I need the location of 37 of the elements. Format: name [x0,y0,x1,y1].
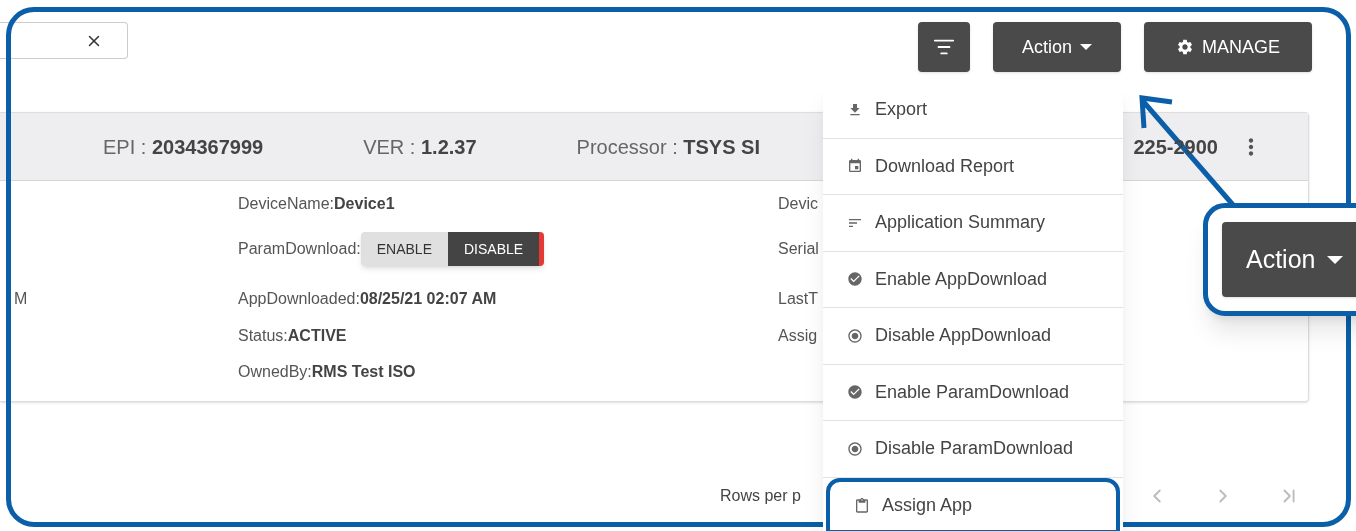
menu-item[interactable]: Enable ParamDownload [823,364,1123,421]
clipboard-icon [854,497,870,514]
detail-field: OwnedBy:RMS Test ISO [238,360,416,384]
calendar-icon [847,158,863,175]
radio-icon [847,440,863,457]
download-icon [847,101,863,118]
radio-icon [847,327,863,344]
detail-field: DeviceName:Device1 [238,192,395,216]
detail-field: Serial [778,240,819,257]
detail-field: Status:ACTIVE [238,324,347,348]
search-field[interactable] [0,22,128,59]
caret-icon [1327,255,1344,264]
menu-item[interactable]: Enable AppDownload [823,251,1123,308]
toggle-option[interactable]: ENABLE [360,232,448,266]
filter-button[interactable] [918,22,970,72]
toggle-option[interactable]: DISABLE [448,232,540,266]
menu-item[interactable]: Application Summary [823,195,1123,252]
detail-field: M [14,290,28,307]
detail-label: ParamDownload: [238,239,361,259]
caret-icon [1080,44,1092,50]
settings-icon [1176,38,1194,56]
menu-item[interactable]: Download Report [823,138,1123,195]
manage-button[interactable]: MANAGE [1144,22,1312,72]
detail-field: AppDownloaded:08/25/21 02:07 AM [238,287,497,311]
detail-field: Devic [778,195,818,212]
menu-item[interactable]: Assign App [826,477,1120,531]
menu-item[interactable]: Export [823,82,1123,139]
menu-item[interactable]: Disable ParamDownload [823,421,1123,478]
action-button[interactable]: Action [1222,222,1356,297]
header-field: VER : 1.2.37 [363,131,477,162]
detail-field: LastT [778,290,818,307]
header-field: EPI : 2034367999 [103,131,264,162]
header-field: Processor : TSYS SI [576,131,760,162]
detail-field: Assig [778,327,818,344]
menu-item[interactable]: Disable AppDownload [823,308,1123,365]
action-button[interactable]: Action [993,22,1121,72]
rows-per-page-label: Rows per p [720,486,801,506]
